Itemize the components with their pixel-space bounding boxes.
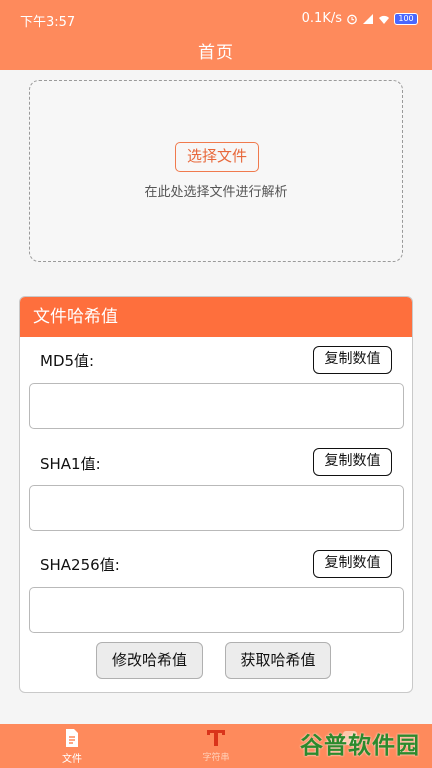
page-title: 首页 <box>198 43 234 63</box>
file-icon <box>66 729 78 747</box>
sha1-label: SHA1值: <box>40 455 101 473</box>
text-icon <box>207 730 225 746</box>
copy-sha1-button[interactable]: 复制数值 <box>313 448 392 476</box>
copy-md5-button[interactable]: 复制数值 <box>313 346 392 374</box>
alarm-icon <box>347 14 357 24</box>
watermark-logo: 谷普软件园 <box>300 733 420 759</box>
battery-icon: 100 <box>394 12 418 25</box>
wifi-icon <box>379 15 389 24</box>
signal-icon <box>363 13 373 24</box>
md5-field[interactable] <box>29 383 404 429</box>
status-time: 下午3:57 <box>20 15 76 30</box>
modify-hash-button[interactable]: 修改哈希值 <box>96 642 203 679</box>
choose-file-button[interactable]: 选择文件 <box>175 142 259 172</box>
status-bar: 下午3:57 0.1K/s 100 <box>0 0 432 36</box>
sha256-field[interactable] <box>29 587 404 633</box>
sha1-field[interactable] <box>29 485 404 531</box>
status-right: 0.1K/s 100 <box>302 11 418 26</box>
upload-hint: 在此处选择文件进行解析 <box>144 185 288 200</box>
md5-label: MD5值: <box>40 352 95 370</box>
tab-file-label: 文件 <box>62 754 82 765</box>
tab-string-label: 字符串 <box>202 753 230 763</box>
hash-card-title: 文件哈希值 <box>20 297 412 337</box>
network-speed: 0.1K/s <box>301 11 342 26</box>
tab-file[interactable]: 文件 <box>22 728 122 765</box>
hash-card: 文件哈希值 MD5值: 复制数值 SHA1值: 复制数值 SHA256值: 复制… <box>19 296 413 693</box>
copy-sha256-button[interactable]: 复制数值 <box>313 550 392 578</box>
sha256-label: SHA256值: <box>40 556 120 574</box>
file-drop-area[interactable]: 选择文件 在此处选择文件进行解析 <box>29 80 403 262</box>
get-hash-button[interactable]: 获取哈希值 <box>225 642 331 679</box>
top-bar: 下午3:57 0.1K/s 100 首页 <box>0 0 432 70</box>
tab-string[interactable]: 字符串 <box>166 728 266 763</box>
